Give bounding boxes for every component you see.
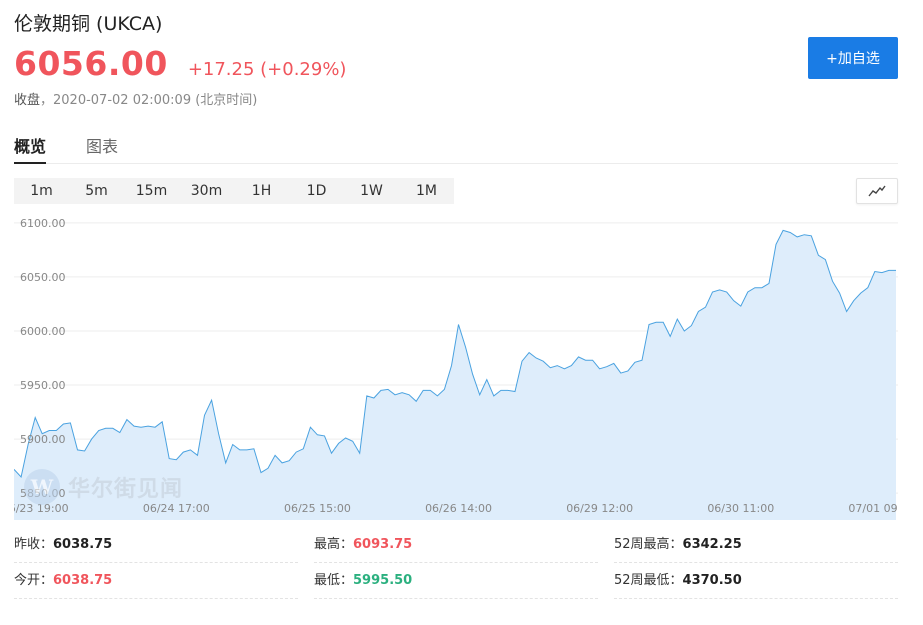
stat-label: 今开：: [14, 573, 54, 588]
tab-chart[interactable]: 图表: [86, 126, 118, 164]
period-30m[interactable]: 30m: [179, 178, 234, 204]
stat-value: 4370.50: [682, 573, 742, 588]
stat-value: 6093.75: [353, 537, 413, 552]
stat-value: 5995.50: [353, 573, 413, 588]
x-tick-label: 06/25 15:00: [284, 502, 351, 515]
stat-label: 最低：: [314, 573, 354, 588]
stats-row: 今开：6038.75 最低：5995.50 52周最低：4370.50: [14, 563, 898, 599]
stat-label: 最高：: [314, 537, 354, 552]
price-row: 6056.00 +17.25 (+0.29%): [14, 44, 346, 83]
x-tick-label: 06/26 14:00: [425, 502, 492, 515]
timestamp: ，2020-07-02 02:00:09 (北京时间): [40, 93, 258, 108]
x-tick-label: 07/01 09:00: [848, 502, 898, 515]
stat-value: 6342.25: [682, 537, 742, 552]
y-tick-label: 5950.00: [20, 379, 66, 392]
x-tick-label: 06/29 12:00: [566, 502, 633, 515]
watermark: W 华尔街见闻: [24, 469, 183, 505]
y-tick-label: 6000.00: [20, 325, 66, 338]
stat-value: 6038.75: [53, 537, 113, 552]
stat-value: 6038.75: [53, 573, 113, 588]
stat-52w-low: 52周最低：4370.50: [614, 563, 898, 599]
y-tick-label: 5900.00: [20, 433, 66, 446]
stat-high: 最高：6093.75: [314, 527, 598, 563]
stat-label: 52周最低：: [614, 573, 683, 588]
chart-type-button[interactable]: [856, 178, 898, 204]
status-label: 收盘: [14, 93, 41, 108]
watermark-text: 华尔街见闻: [68, 476, 184, 502]
period-15m[interactable]: 15m: [124, 178, 179, 204]
period-1w[interactable]: 1W: [344, 178, 399, 204]
stat-open: 今开：6038.75: [14, 563, 298, 599]
last-price: 6056.00: [14, 44, 168, 83]
period-1d[interactable]: 1D: [289, 178, 344, 204]
watermark-logo: W: [24, 469, 60, 505]
x-tick-label: 06/30 11:00: [707, 502, 774, 515]
line-chart-icon: [868, 185, 886, 197]
stat-low: 最低：5995.50: [314, 563, 598, 599]
market-status: 收盘，2020-07-02 02:00:09 (北京时间): [14, 89, 257, 108]
stat-52w-high: 52周最高：6342.25: [614, 527, 898, 563]
stats-row: 昨收：6038.75 最高：6093.75 52周最高：6342.25: [14, 527, 898, 563]
period-1mo[interactable]: 1M: [399, 178, 454, 204]
tab-overview[interactable]: 概览: [14, 126, 47, 164]
stat-label: 昨收：: [14, 537, 54, 552]
instrument-title: 伦敦期铜 (UKCA): [14, 13, 163, 35]
stat-prev-close: 昨收：6038.75: [14, 527, 298, 563]
y-tick-label: 6050.00: [20, 271, 66, 284]
period-selector: 1m 5m 15m 30m 1H 1D 1W 1M: [14, 178, 454, 204]
tab-bar: 概览 图表: [14, 126, 898, 164]
stat-label: 52周最高：: [614, 537, 683, 552]
period-1m[interactable]: 1m: [14, 178, 69, 204]
price-change: +17.25 (+0.29%): [187, 59, 347, 80]
add-to-watchlist-button[interactable]: +加自选: [808, 37, 898, 79]
y-tick-label: 6100.00: [20, 217, 66, 230]
stats-panel: 昨收：6038.75 最高：6093.75 52周最高：6342.25 今开：6…: [14, 527, 898, 599]
period-5m[interactable]: 5m: [69, 178, 124, 204]
period-1h[interactable]: 1H: [234, 178, 289, 204]
